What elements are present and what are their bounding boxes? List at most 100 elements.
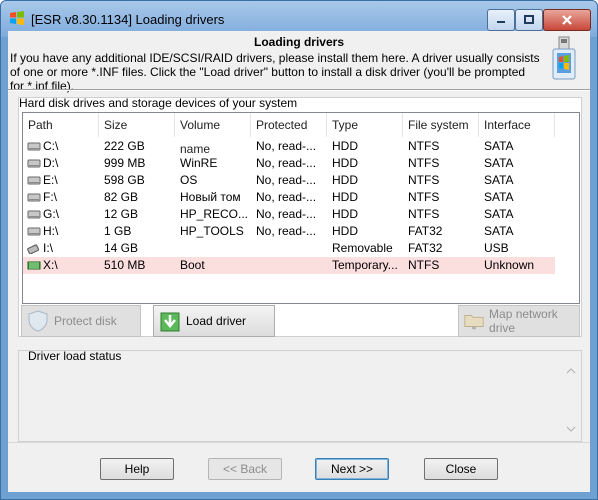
cell-volume-name: WinRE <box>180 156 218 170</box>
drive-row[interactable]: D:\ 999 MB WinRE No, read-... HDD NTFS SATA <box>23 155 555 172</box>
close-button[interactable]: Close <box>424 458 498 480</box>
cell-interface: SATA <box>484 156 514 170</box>
maximize-button[interactable] <box>515 9 543 31</box>
network-folder-icon <box>464 315 484 330</box>
status-scrollbar[interactable] <box>564 365 578 435</box>
esr-window: [ESR v8.30.1134] Loading drivers Loading… <box>0 0 598 500</box>
cell-interface: SATA <box>484 139 514 153</box>
driver-status-box <box>18 350 582 442</box>
cell-protected: No, read-... <box>256 173 317 187</box>
column-file-system[interactable]: File system <box>403 113 479 137</box>
cell-volume-name <box>175 138 251 155</box>
cell-file-system: FAT32 <box>408 224 443 238</box>
cell-interface: SATA <box>484 190 514 204</box>
cell-file-system: NTFS <box>408 207 440 221</box>
page-description: If you have any additional IDE/SCSI/RAID… <box>10 51 540 93</box>
cell-type: Removable <box>332 241 393 255</box>
minimize-button[interactable] <box>487 9 515 31</box>
cell-volume-name: OS <box>180 173 198 187</box>
cell-size: 510 MB <box>104 258 146 272</box>
cell-type: HDD <box>332 207 358 221</box>
help-button[interactable]: Help <box>100 458 174 480</box>
column-size[interactable]: Size <box>99 113 175 137</box>
cell-path: E:\ <box>43 173 58 187</box>
drive-row[interactable]: F:\ 82 GB Новый том No, read-... HDD NTFS SATA <box>23 189 555 206</box>
protect-disk-button[interactable]: Protect disk <box>21 305 141 337</box>
drive-row[interactable]: C:\ 222 GB No, read-... HDD NTFS SATA <box>23 138 555 155</box>
cell-size: 12 GB <box>104 207 139 221</box>
protect-disk-label: Protect disk <box>54 314 117 328</box>
window-title: [ESR v8.30.1134] Loading drivers <box>31 12 225 27</box>
cell-protected: No, read-... <box>256 139 317 153</box>
cell-path: H:\ <box>43 224 59 238</box>
cell-protected: No, read-... <box>256 190 317 204</box>
close-window-button[interactable] <box>543 9 591 31</box>
load-driver-button[interactable]: Load driver <box>153 305 275 337</box>
cell-size: 598 GB <box>104 173 145 187</box>
cell-interface: SATA <box>484 173 514 187</box>
next-button[interactable]: Next >> <box>315 458 389 480</box>
cell-volume-name: Новый том <box>180 190 241 204</box>
cell-file-system: FAT32 <box>408 241 443 255</box>
driver-status-label: Driver load status <box>28 349 122 363</box>
cell-interface: Unknown <box>484 258 535 272</box>
cell-interface: SATA <box>484 224 514 238</box>
map-network-drive-button[interactable]: Map network drive <box>458 305 580 337</box>
cell-volume-name: Boot <box>180 258 205 272</box>
cell-size: 14 GB <box>104 241 139 255</box>
cell-type: HDD <box>332 224 358 238</box>
column-interface[interactable]: Interface <box>479 113 555 137</box>
driver-disk-icon <box>552 36 576 80</box>
load-driver-icon <box>160 312 180 332</box>
cell-path: C:\ <box>43 139 59 153</box>
page-title: Loading drivers <box>253 35 345 49</box>
column-path[interactable]: Path <box>23 113 99 137</box>
cell-protected <box>251 257 327 274</box>
cell-type: HDD <box>332 156 358 170</box>
dialog-body: Loading drivers If you have any addition… <box>8 31 590 492</box>
cell-volume-name: HP_TOOLS <box>180 224 244 238</box>
column-type[interactable]: Type <box>327 113 403 137</box>
drive-row[interactable]: G:\ 12 GB HP_RECO... No, read-... HDD NTFS SAT… <box>23 206 555 223</box>
cell-file-system: NTFS <box>408 258 440 272</box>
cell-volume-name <box>175 240 251 257</box>
drive-row[interactable]: H:\ 1 GB HP_TOOLS No, read-... HDD FAT32 SATA <box>23 223 555 240</box>
drive-row[interactable]: E:\ 598 GB OS No, read-... HDD NTFS SATA <box>23 172 555 189</box>
minimize-icon <box>497 21 505 23</box>
cell-protected: No, read-... <box>256 207 317 221</box>
cell-path: D:\ <box>43 156 59 170</box>
map-network-drive-label: Map network drive <box>489 307 558 335</box>
maximize-icon <box>524 15 534 24</box>
cell-size: 999 MB <box>104 156 146 170</box>
cell-file-system: NTFS <box>408 156 440 170</box>
cell-file-system: NTFS <box>408 190 440 204</box>
cell-size: 1 GB <box>104 224 132 238</box>
close-icon <box>562 15 572 25</box>
load-driver-label: Load driver <box>186 314 247 328</box>
cell-size: 222 GB <box>104 139 145 153</box>
cell-path: I:\ <box>43 241 54 255</box>
cell-protected <box>251 240 327 257</box>
windows-flag-icon <box>10 11 24 25</box>
cell-path: X:\ <box>43 258 58 272</box>
cell-interface: SATA <box>484 207 514 221</box>
drives-group-label: Hard disk drives and storage devices of … <box>19 96 298 110</box>
column-volume-name[interactable]: Volume name <box>175 113 251 156</box>
cell-type: Temporary... <box>332 258 398 272</box>
cell-path: G:\ <box>43 207 60 221</box>
cell-type: HDD <box>332 190 358 204</box>
cell-type: HDD <box>332 139 358 153</box>
cell-size: 82 GB <box>104 190 139 204</box>
cell-file-system: NTFS <box>408 139 440 153</box>
cell-type: HDD <box>332 173 358 187</box>
cell-protected: No, read-... <box>256 156 317 170</box>
drives-list[interactable]: Path Size Volume name Protected Type Fil… <box>22 112 580 304</box>
cell-file-system: NTFS <box>408 173 440 187</box>
drive-row[interactable]: X:\ 510 MB Boot Temporary... NTFS Unknown <box>23 257 555 274</box>
cell-path: F:\ <box>43 190 57 204</box>
column-protected[interactable]: Protected <box>251 113 327 137</box>
cell-interface: USB <box>484 241 509 255</box>
cell-protected: No, read-... <box>256 224 317 238</box>
drive-row[interactable]: I:\ 14 GB Removable FAT32 USB <box>23 240 555 257</box>
back-button[interactable]: << Back <box>208 458 282 480</box>
